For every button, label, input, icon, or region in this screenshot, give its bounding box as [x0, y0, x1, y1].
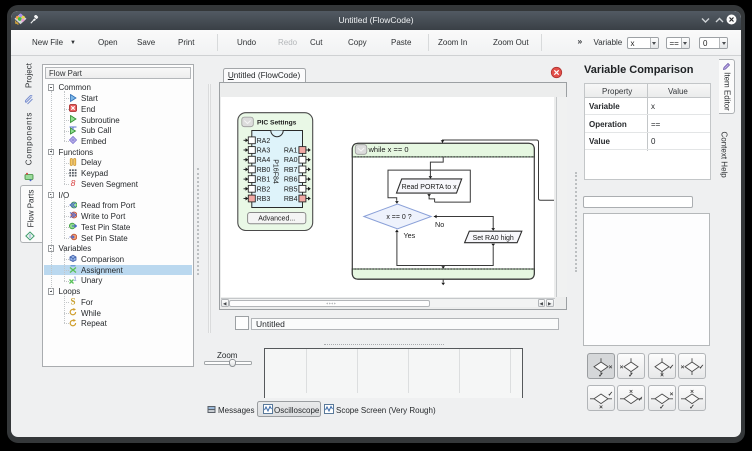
svg-text:×: ×	[609, 364, 613, 371]
svg-text:S: S	[70, 297, 75, 306]
svg-text:RA3: RA3	[257, 148, 271, 155]
svg-text:✓: ✓	[699, 364, 704, 371]
svg-text:×: ×	[660, 372, 664, 377]
svg-text:×: ×	[629, 389, 633, 396]
svg-text:✓: ✓	[659, 404, 664, 409]
svg-text:1: 1	[73, 276, 76, 282]
svg-text:Set RA0 high: Set RA0 high	[473, 235, 514, 242]
svg-text:×: ×	[690, 389, 694, 396]
svg-text:RA0: RA0	[284, 158, 298, 165]
svg-text:RB4: RB4	[284, 196, 298, 203]
svg-text:RB5: RB5	[284, 187, 298, 194]
svg-text:RA4: RA4	[257, 158, 271, 165]
svg-text:×: ×	[599, 404, 603, 409]
svg-text:RB1: RB1	[257, 177, 271, 184]
svg-text:✓: ✓	[668, 364, 673, 371]
svg-text:Advanced...: Advanced...	[258, 216, 295, 223]
svg-text:x == 0 ?: x == 0 ?	[387, 215, 412, 222]
svg-text:RA1: RA1	[284, 148, 298, 155]
svg-text:×: ×	[669, 391, 673, 398]
svg-text:×: ×	[620, 364, 624, 371]
svg-text:P16F84: P16F84	[272, 160, 279, 185]
svg-text:✓: ✓	[689, 404, 694, 409]
svg-text:8: 8	[70, 179, 75, 188]
svg-text:No: No	[435, 220, 444, 229]
svg-text:RB3: RB3	[257, 196, 271, 203]
svg-text:PIC Settings: PIC Settings	[257, 120, 297, 127]
svg-text:RA2: RA2	[257, 138, 271, 145]
svg-text:RB0: RB0	[257, 167, 271, 174]
svg-text:Read PORTA to x: Read PORTA to x	[402, 184, 457, 191]
svg-text:×: ×	[681, 364, 685, 371]
svg-text:while x == 0: while x == 0	[368, 146, 409, 155]
svg-text:RB7: RB7	[284, 167, 298, 174]
svg-text:Yes: Yes	[404, 231, 416, 240]
svg-text:RB2: RB2	[257, 187, 271, 194]
svg-text:✓: ✓	[638, 396, 643, 403]
svg-text:✓: ✓	[629, 372, 634, 377]
svg-text:✓: ✓	[608, 391, 613, 398]
svg-text:✓: ✓	[598, 372, 603, 377]
svg-text:RB6: RB6	[284, 177, 298, 184]
